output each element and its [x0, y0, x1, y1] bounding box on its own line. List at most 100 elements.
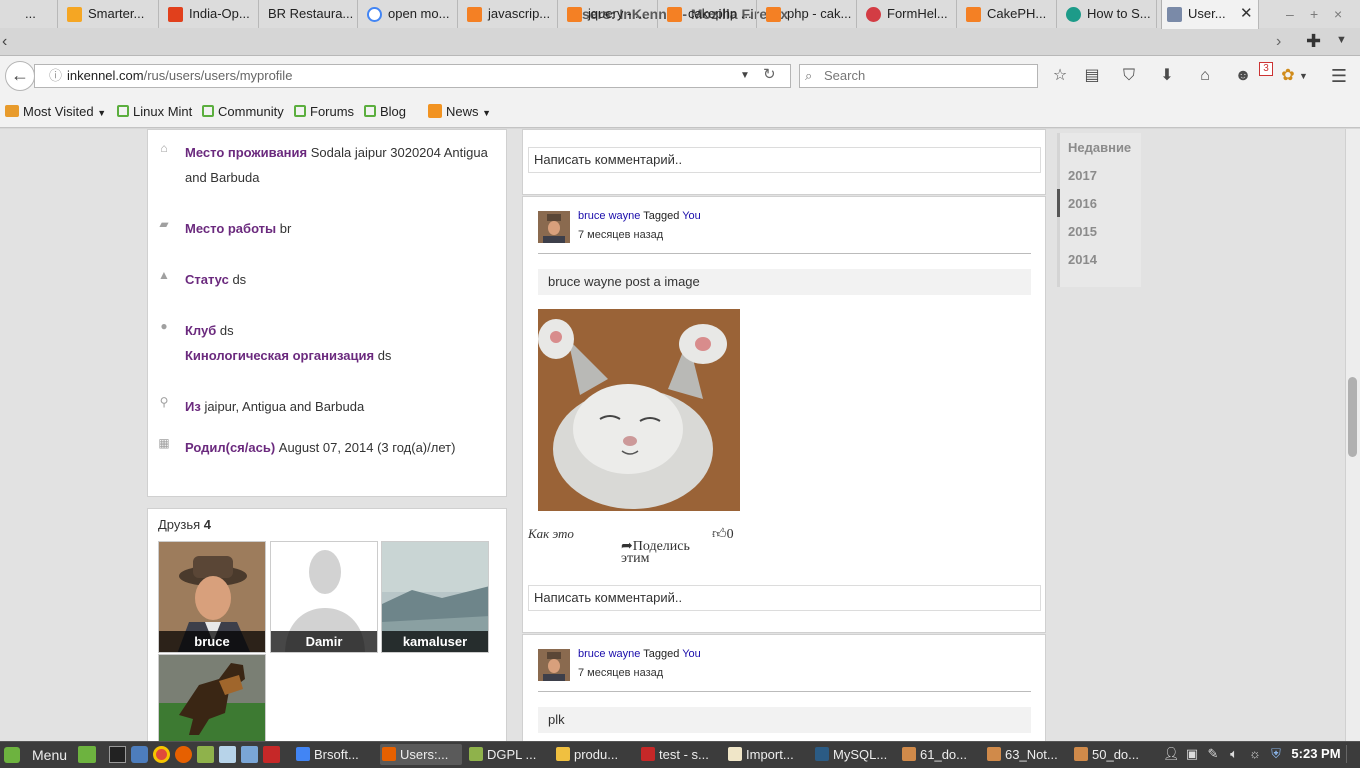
url-dropdown-icon[interactable]: ▼: [740, 65, 750, 87]
taskbar-window[interactable]: produ...: [554, 744, 636, 765]
bookmark-community[interactable]: Community: [202, 103, 284, 121]
browser-tab-active[interactable]: User... ✕: [1161, 0, 1259, 29]
taskbar-window[interactable]: 63_Not...: [985, 744, 1067, 765]
bookmark-linux-mint[interactable]: Linux Mint: [117, 103, 192, 121]
year-item-recent[interactable]: Недавние: [1068, 140, 1131, 155]
download-icon[interactable]: ⬇: [1155, 64, 1179, 88]
mysql-workbench-icon: [815, 747, 829, 761]
extension-dropdown-icon[interactable]: ▼: [1299, 71, 1308, 81]
taskbar-window-active[interactable]: Users:...: [380, 744, 462, 765]
screenshot-icon[interactable]: ▣: [1184, 745, 1200, 763]
show-desktop-icon[interactable]: [78, 746, 96, 763]
browser-tab[interactable]: javascrip...: [462, 0, 558, 28]
year-item[interactable]: 2014: [1068, 252, 1097, 267]
bookmark-news[interactable]: News ▼: [428, 103, 491, 121]
new-tab-icon[interactable]: ✚: [1306, 31, 1321, 52]
start-menu-button[interactable]: Menu: [4, 745, 67, 765]
post-author-avatar[interactable]: [538, 649, 570, 681]
tab-label: jquery - ...: [588, 6, 646, 21]
like-link[interactable]: Как это: [528, 526, 574, 542]
graduation-cap-icon: ▲: [158, 268, 170, 282]
browser-tab[interactable]: India-Op...: [163, 0, 259, 28]
browser-tab[interactable]: jquery - ...: [562, 0, 658, 28]
year-item[interactable]: 2017: [1068, 168, 1097, 183]
friend-tile[interactable]: Damir: [270, 541, 378, 653]
reading-list-icon[interactable]: ▤: [1080, 64, 1104, 88]
browser-tab[interactable]: cakephp ...: [662, 0, 757, 28]
profile-born: Родил(ся/ась) August 07, 2014 (3 год(а)/…: [185, 435, 500, 460]
virtualbox-icon[interactable]: [241, 746, 258, 763]
friend-tile[interactable]: kamaluser: [381, 541, 489, 653]
site-info-icon[interactable]: ⓘ: [49, 65, 62, 87]
back-button[interactable]: ←: [5, 61, 35, 91]
mint-icon: [202, 105, 214, 117]
browser-tab[interactable]: How to S...: [1061, 0, 1157, 28]
taskbar-window[interactable]: 61_do...: [900, 744, 982, 765]
stackoverflow-icon: [467, 7, 482, 23]
post-target-link[interactable]: You: [682, 648, 701, 660]
tab-list-icon[interactable]: ▼: [1336, 34, 1347, 46]
taskbar-window[interactable]: test - s...: [639, 744, 721, 765]
share-link[interactable]: ➦Поделись этим: [621, 540, 711, 566]
search-input[interactable]: ⌕ Search: [799, 64, 1038, 88]
pen-icon[interactable]: ✎: [1205, 745, 1221, 763]
hamburger-menu-icon[interactable]: ☰: [1327, 64, 1351, 88]
extension-icon[interactable]: ✿: [1276, 64, 1300, 88]
maximize-icon[interactable]: +: [1310, 0, 1318, 28]
taskbar-window[interactable]: Brsoft...: [294, 744, 374, 765]
filezilla-icon[interactable]: [263, 746, 280, 763]
brightness-icon[interactable]: ☼: [1247, 745, 1263, 763]
app-launcher-icon[interactable]: [131, 746, 148, 763]
year-item-selected[interactable]: 2016: [1068, 196, 1097, 211]
chrome-icon[interactable]: [153, 746, 170, 763]
image-viewer-icon[interactable]: [219, 746, 236, 763]
tab-scroll-left-icon[interactable]: ‹: [2, 33, 18, 51]
friend-tile[interactable]: bruce: [158, 541, 266, 653]
like-counter[interactable]: 👍︎0: [712, 525, 734, 543]
close-tab-icon[interactable]: ✕: [1240, 0, 1253, 28]
show-desktop-corner[interactable]: [1346, 745, 1358, 763]
image-icon: [1074, 747, 1088, 761]
shield-icon[interactable]: ⛨: [1268, 745, 1284, 763]
clock[interactable]: 5:23 PM: [1291, 745, 1341, 763]
browser-tab[interactable]: BR Restaura...: [263, 0, 358, 28]
bookmark-most-visited[interactable]: Most Visited ▼: [5, 103, 106, 121]
bookmark-blog[interactable]: Blog: [364, 103, 406, 121]
comment-input[interactable]: Написать комментарий..: [528, 147, 1041, 173]
firefox-icon[interactable]: [175, 746, 192, 763]
post-author-link[interactable]: bruce wayne: [578, 648, 640, 660]
close-window-icon[interactable]: ×: [1334, 0, 1342, 28]
bookmark-forums[interactable]: Forums: [294, 103, 354, 121]
browser-tab[interactable]: ...: [20, 0, 58, 28]
tab-scroll-right-icon[interactable]: ›: [1276, 33, 1281, 51]
user-icon[interactable]: 👤︎: [1163, 745, 1180, 763]
bookmark-star-icon[interactable]: ☆: [1048, 64, 1072, 88]
pocket-icon[interactable]: ⛉: [1117, 64, 1141, 88]
post-author-avatar[interactable]: [538, 211, 570, 243]
taskbar-window[interactable]: Import...: [726, 744, 808, 765]
scrollbar-thumb[interactable]: [1348, 377, 1357, 457]
home-icon[interactable]: ⌂: [1193, 64, 1217, 88]
browser-tab[interactable]: CakePH...: [961, 0, 1057, 28]
chat-icon[interactable]: ☻: [1231, 64, 1255, 88]
notification-badge[interactable]: 3: [1259, 62, 1273, 76]
browser-tab[interactable]: php - cak...: [761, 0, 857, 28]
url-bar[interactable]: inkennel.com/rus/users/users/myprofile ⓘ…: [34, 64, 791, 88]
terminal-icon[interactable]: [109, 746, 126, 763]
minimize-icon[interactable]: –: [1286, 0, 1294, 28]
friend-tile[interactable]: [158, 654, 266, 741]
post-author-link[interactable]: bruce wayne: [578, 210, 640, 222]
post-image[interactable]: [538, 309, 740, 511]
year-item[interactable]: 2015: [1068, 224, 1097, 239]
reload-icon[interactable]: ↻: [763, 64, 776, 86]
volume-icon[interactable]: 🔈︎: [1226, 745, 1242, 763]
browser-tab[interactable]: Smarter...: [62, 0, 159, 28]
browser-tab[interactable]: open mo...: [362, 0, 458, 28]
browser-tab[interactable]: FormHel...: [861, 0, 957, 28]
files-icon[interactable]: [197, 746, 214, 763]
taskbar-window[interactable]: 50_do...: [1072, 744, 1154, 765]
comment-input[interactable]: Написать комментарий..: [528, 585, 1041, 611]
post-target-link[interactable]: You: [682, 210, 701, 222]
taskbar-window[interactable]: DGPL ...: [467, 744, 549, 765]
taskbar-window[interactable]: MySQL...: [813, 744, 895, 765]
